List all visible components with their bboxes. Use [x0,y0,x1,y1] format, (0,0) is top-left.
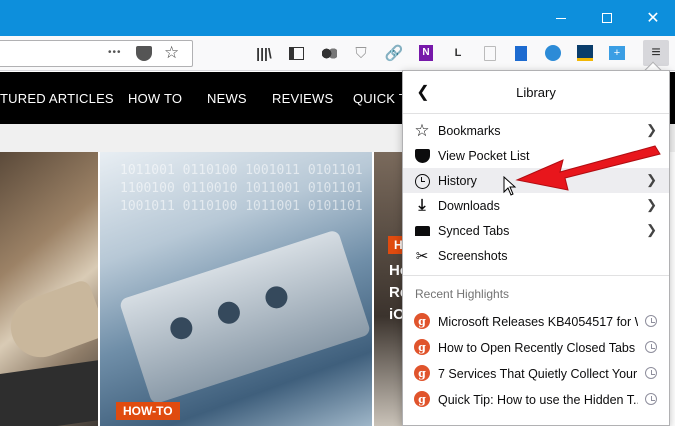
library-item-label: Synced Tabs [438,224,510,238]
history-clock-icon [645,341,657,353]
pocket-icon [413,147,431,165]
library-item-bookmarks[interactable]: ☆ Bookmarks ❯ [403,118,669,143]
chevron-right-icon: ❯ [646,197,657,212]
highlight-item[interactable]: g Quick Tip: How to use the Hidden T... [403,387,669,412]
arm-shape [2,278,98,366]
clipboard-icon[interactable] [479,42,501,64]
nav-quick-tips[interactable]: QUICK T [353,91,407,106]
library-item-label: Downloads [438,199,500,213]
close-button[interactable]: ✕ [630,0,675,36]
l-icon[interactable]: L [447,42,469,64]
library-item-label: History [438,174,477,188]
highlight-title: Quick Tip: How to use the Hidden T... [438,393,638,407]
chevron-right-icon: ❯ [646,122,657,137]
recent-highlights-title: Recent Highlights [415,287,510,301]
mouse-cursor-icon [503,176,517,196]
library-header: ❮ Library [403,71,669,114]
download-icon: ⤓ [418,197,426,214]
feed-icon[interactable] [542,42,564,64]
bookmark-ribbon-icon[interactable] [510,42,532,64]
nav-reviews[interactable]: REVIEWS [272,91,333,106]
article-image-center[interactable]: 1011001 0110100 1001011 0101101 1100100 … [98,152,372,426]
article-image-left[interactable] [0,152,98,426]
sidebar-icon[interactable] [285,42,307,64]
history-clock-icon [645,315,657,327]
highlight-title: How to Open Recently Closed Tabs i... [438,341,638,355]
nav-featured-articles[interactable]: TURED ARTICLES [0,91,114,106]
hardware-part [118,229,372,405]
site-favicon-icon: g [414,365,430,381]
pocket-icon[interactable] [136,46,152,61]
bookmark-star-icon[interactable]: ☆ [164,43,179,63]
highlight-item[interactable]: g 7 Services That Quietly Collect Your .… [403,361,669,386]
clock-icon [413,172,431,190]
browser-toolbar: ••• ☆ |||\ ⛉ 🔗 N L + ≡ [0,36,675,71]
close-icon: ✕ [646,10,660,27]
extension-icon[interactable] [318,42,340,64]
how-to-tag[interactable]: HOW-TO [116,402,180,420]
synced-tabs-icon [413,222,431,240]
chart-icon[interactable] [574,42,596,64]
highlight-item[interactable]: g Microsoft Releases KB4054517 for Wi... [403,309,669,334]
window-titlebar: ✕ [0,0,675,36]
library-item-history[interactable]: History ❯ [403,168,669,193]
chevron-right-icon: ❯ [646,172,657,187]
highlight-title: Microsoft Releases KB4054517 for Wi... [438,315,638,329]
laptop-shape [0,359,98,426]
star-icon: ☆ [414,121,430,140]
separator [403,275,669,276]
library-panel: ❮ Library ☆ Bookmarks ❯ View Pocket List… [402,70,670,426]
library-item-synced-tabs[interactable]: Synced Tabs ❯ [403,218,669,243]
site-favicon-icon: g [414,339,430,355]
library-item-downloads[interactable]: ⤓ Downloads ❯ [403,193,669,218]
highlight-title: 7 Services That Quietly Collect Your ... [438,367,638,381]
shield-icon[interactable]: ⛉ [350,42,372,64]
scissors-icon: ✂ [415,248,429,265]
library-item-screenshots[interactable]: ✂ Screenshots [403,243,669,268]
maximize-icon [602,13,612,23]
history-clock-icon [645,393,657,405]
url-bar[interactable]: ••• ☆ [0,40,193,67]
site-favicon-icon: g [414,313,430,329]
minimize-button[interactable] [538,0,584,36]
chevron-right-icon: ❯ [646,222,657,237]
binary-overlay: 1011001 0110100 1001011 0101101 1100100 … [120,163,363,214]
nav-how-to[interactable]: HOW TO [128,91,182,106]
minimize-icon [556,17,566,19]
link-icon[interactable]: 🔗 [383,42,405,64]
hamburger-menu-icon[interactable]: ≡ [643,40,669,66]
nav-news[interactable]: NEWS [207,91,247,106]
library-icon[interactable]: |||\ [253,42,275,64]
library-item-label: Screenshots [438,249,508,263]
library-item-pocket[interactable]: View Pocket List [403,143,669,168]
library-item-label: View Pocket List [438,149,530,163]
page-actions-icon[interactable]: ••• [108,47,122,58]
plus-icon[interactable]: + [606,42,628,64]
library-item-label: Bookmarks [438,124,501,138]
library-title: Library [516,85,556,100]
site-favicon-icon: g [414,391,430,407]
onenote-icon[interactable]: N [415,42,437,64]
highlight-item[interactable]: g How to Open Recently Closed Tabs i... [403,335,669,360]
maximize-button[interactable] [584,0,630,36]
history-clock-icon [645,367,657,379]
